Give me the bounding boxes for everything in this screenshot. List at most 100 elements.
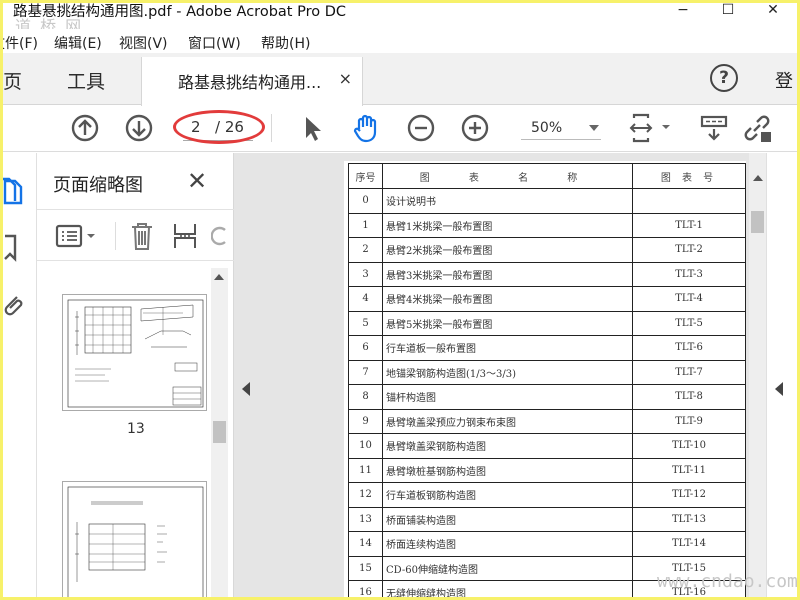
row-name-cell: 无缝伸缩缝构造图: [382, 580, 633, 597]
header-drawing-name: 图 表 名 称: [382, 163, 633, 189]
expand-right-pane-icon[interactable]: [775, 382, 783, 396]
menu-edit[interactable]: 编辑(E): [54, 33, 102, 53]
document-scrollbar[interactable]: [749, 153, 766, 597]
table-row: 0 设计说明书: [348, 188, 746, 214]
table-row: 5 悬臂5米挑梁一般布置图 TLT-5: [348, 310, 746, 336]
thumbnail-drawing: [67, 299, 204, 408]
header-drawing-code: 图 表 号: [632, 163, 746, 189]
close-panel-button[interactable]: ✕: [187, 167, 207, 195]
row-code-cell: TLT-8: [632, 384, 746, 410]
row-number-cell: 6: [348, 335, 383, 361]
document-viewport[interactable]: 序号 图 表 名 称 图 表 号 0 设计说明书 1 悬臂1米挑梁一般布置图 TLT-1…: [234, 153, 766, 597]
row-number-cell: 15: [348, 555, 383, 581]
zoom-underline: [521, 139, 601, 140]
tab-bar: 主页 工具 路基悬挑结构通用... × ? 登: [3, 53, 797, 106]
row-number-cell: 12: [348, 482, 383, 508]
row-number-cell: 4: [348, 286, 383, 312]
toolbar-divider: [271, 114, 272, 142]
row-number-cell: 11: [348, 457, 383, 483]
share-link-icon[interactable]: [741, 112, 773, 144]
row-name-cell: 行车道板一般布置图: [382, 335, 633, 361]
zoom-out-icon[interactable]: [405, 112, 437, 144]
sign-in-link[interactable]: 登: [775, 67, 793, 93]
row-number-cell: 5: [348, 310, 383, 336]
page-thumbnails-icon[interactable]: [3, 177, 29, 207]
thumbnail-drawing: [67, 486, 204, 597]
row-code-cell: TLT-7: [632, 359, 746, 385]
maximize-button[interactable]: ☐: [708, 3, 748, 25]
menu-file[interactable]: 文件(F): [3, 33, 38, 53]
minimize-button[interactable]: −: [663, 3, 703, 25]
table-row: 10 悬臂墩盖梁钢筋构造图 TLT-10: [348, 433, 746, 459]
table-row: 7 地锚梁钢筋构造图(1/3～3/3) TLT-7: [348, 359, 746, 385]
options-menu-icon[interactable]: [55, 224, 103, 250]
table-row: 2 悬臂2米挑梁一般布置图 TLT-2: [348, 237, 746, 263]
table-row: 4 悬臂4米挑梁一般布置图 TLT-4: [348, 286, 746, 312]
page-number-field[interactable]: 2 / 26: [173, 110, 265, 144]
row-code-cell: TLT-10: [632, 433, 746, 459]
row-number-cell: 8: [348, 384, 383, 410]
row-name-cell: 悬臂5米挑梁一般布置图: [382, 310, 633, 336]
zoom-in-icon[interactable]: [459, 112, 491, 144]
right-pane-collapsed: [766, 153, 797, 597]
menu-bar: 文件(F) 编辑(E) 视图(V) 窗口(W) 帮助(H): [3, 29, 797, 53]
row-name-cell: 锚杆构造图: [382, 384, 633, 410]
previous-page-icon[interactable]: [69, 112, 101, 144]
row-number-cell: 9: [348, 408, 383, 434]
row-name-cell: 设计说明书: [382, 188, 633, 214]
thumbnail-scrollbar[interactable]: [211, 268, 228, 597]
help-icon[interactable]: ?: [710, 64, 738, 92]
table-row: 12 行车道板钢筋构造图 TLT-12: [348, 482, 746, 508]
scrollbar-thumb[interactable]: [751, 211, 764, 233]
close-tab-button[interactable]: ×: [339, 69, 352, 88]
scroll-mode-icon[interactable]: [698, 112, 730, 144]
row-code-cell: [632, 188, 746, 214]
row-name-cell: 桥面连续构造图: [382, 531, 633, 557]
next-page-icon[interactable]: [123, 112, 155, 144]
menu-help[interactable]: 帮助(H): [261, 33, 310, 53]
scroll-up-arrow-icon[interactable]: [214, 274, 224, 280]
panel-toolbar-divider: [115, 222, 116, 250]
row-name-cell: CD-60伸缩缝构造图: [382, 555, 633, 581]
rotate-page-icon[interactable]: [211, 220, 231, 252]
collapse-left-pane-icon[interactable]: [242, 382, 250, 396]
zoom-value: 50%: [531, 120, 563, 136]
select-cursor-icon[interactable]: [296, 112, 328, 144]
drawing-index-table: 序号 图 表 名 称 图 表 号 0 设计说明书 1 悬臂1米挑梁一般布置图 TLT-1…: [348, 163, 746, 597]
menu-window[interactable]: 窗口(W): [188, 33, 241, 53]
row-name-cell: 悬臂墩桩基钢筋构造图: [382, 457, 633, 483]
row-number-cell: 13: [348, 506, 383, 532]
row-name-cell: 悬臂墩盖梁预应力钢束布束图: [382, 408, 633, 434]
table-row: 3 悬臂3米挑梁一般布置图 TLT-3: [348, 261, 746, 287]
panel-toolbar: [37, 209, 234, 261]
close-window-button[interactable]: ✕: [753, 3, 793, 25]
scroll-up-arrow-icon[interactable]: [753, 175, 763, 181]
table-row: 8 锚杆构造图 TLT-8: [348, 384, 746, 410]
row-code-cell: TLT-14: [632, 531, 746, 557]
row-name-cell: 行车道板钢筋构造图: [382, 482, 633, 508]
page-thumbnail[interactable]: [62, 294, 207, 411]
fit-page-icon[interactable]: [628, 112, 674, 144]
row-number-cell: 7: [348, 359, 383, 385]
tab-tools[interactable]: 工具: [67, 67, 105, 94]
table-row: 14 桥面连续构造图 TLT-14: [348, 531, 746, 557]
attachments-icon[interactable]: [3, 289, 29, 319]
menu-view[interactable]: 视图(V): [119, 33, 168, 53]
bookmarks-icon[interactable]: [3, 233, 29, 263]
tab-home[interactable]: 主页: [3, 67, 22, 94]
row-code-cell: TLT-4: [632, 286, 746, 312]
table-header-row: 序号 图 表 名 称 图 表 号: [348, 163, 746, 189]
page-thumbnail[interactable]: [62, 481, 207, 597]
row-number-cell: 3: [348, 261, 383, 287]
tab-document[interactable]: 路基悬挑结构通用... ×: [141, 57, 363, 106]
delete-page-icon[interactable]: [129, 220, 155, 252]
row-name-cell: 悬臂4米挑梁一般布置图: [382, 286, 633, 312]
zoom-dropdown[interactable]: 50%: [517, 116, 601, 140]
chevron-down-icon: [589, 125, 599, 131]
hand-tool-icon[interactable]: [350, 112, 382, 144]
insert-page-icon[interactable]: [171, 220, 199, 252]
title-bar: 路基悬挑结构通用图.pdf - Adobe Acrobat Pro DC 道 桥…: [3, 3, 797, 36]
scrollbar-thumb[interactable]: [213, 421, 226, 443]
row-number-cell: 14: [348, 531, 383, 557]
row-code-cell: TLT-12: [632, 482, 746, 508]
